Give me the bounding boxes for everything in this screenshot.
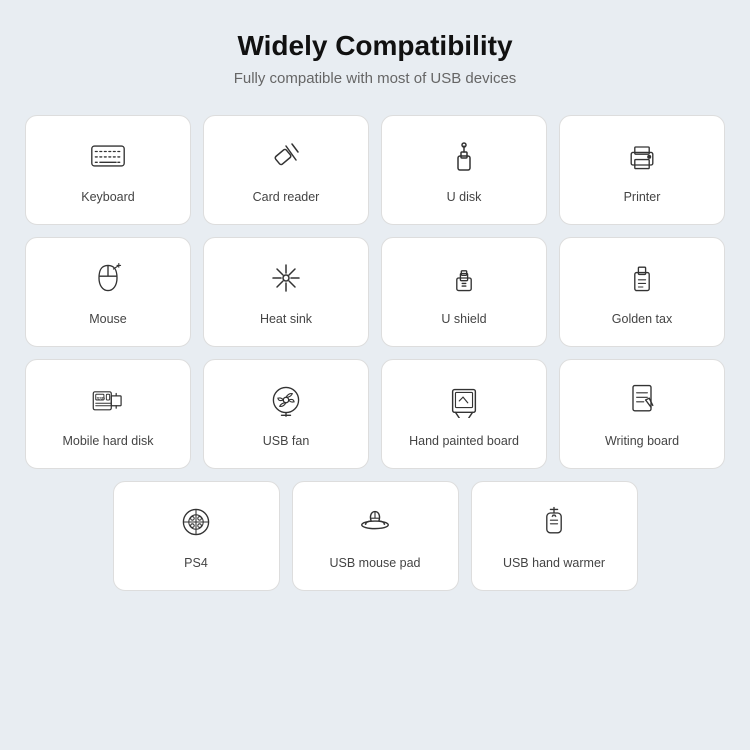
printer-icon [624,138,660,179]
heat-sink-icon [268,260,304,301]
mouse-icon [90,260,126,301]
page-subtitle: Fully compatible with most of USB device… [234,70,517,87]
usb-mouse-pad-icon [357,504,393,545]
printer-label: Printer [624,189,661,207]
mouse-label: Mouse [89,311,127,329]
golden-tax-icon [624,260,660,301]
card-mouse: Mouse [25,237,191,347]
hand-painted-board-label: Hand painted board [409,433,519,451]
ps4-label: PS4 [184,555,208,573]
card-reader-icon [268,138,304,179]
card-writing-board: Writing board [559,359,725,469]
hand-painted-board-icon [446,382,482,423]
golden-tax-label: Golden tax [612,311,672,329]
keyboard-label: Keyboard [81,189,135,207]
u-disk-label: U disk [447,189,482,207]
card-u-shield: U shield [381,237,547,347]
card-hand-painted-board: Hand painted board [381,359,547,469]
usb-mouse-pad-label: USB mouse pad [329,555,420,573]
keyboard-icon [90,138,126,179]
usb-fan-label: USB fan [263,433,310,451]
card-u-disk: U disk [381,115,547,225]
card-golden-tax: Golden tax [559,237,725,347]
card-reader-label: Card reader [253,189,320,207]
card-keyboard: Keyboard [25,115,191,225]
card-mobile-hard-disk: SSD Mobile hard disk [25,359,191,469]
usb-hand-warmer-label: USB hand warmer [503,555,605,573]
card-usb-fan: USB fan [203,359,369,469]
writing-board-icon [624,382,660,423]
usb-hand-warmer-icon [536,504,572,545]
usb-fan-icon [268,382,304,423]
card-card-reader: Card reader [203,115,369,225]
page-title: Widely Compatibility [237,30,512,62]
u-shield-label: U shield [441,311,486,329]
svg-text:SSD: SSD [97,396,105,401]
card-heat-sink: Heat sink [203,237,369,347]
card-printer: Printer [559,115,725,225]
u-shield-icon [446,260,482,301]
ps4-icon [178,504,214,545]
writing-board-label: Writing board [605,433,679,451]
mobile-hard-disk-icon: SSD [90,382,126,423]
mobile-hard-disk-label: Mobile hard disk [62,433,153,451]
heat-sink-label: Heat sink [260,311,312,329]
u-disk-icon [446,138,482,179]
card-usb-mouse-pad: USB mouse pad [292,481,459,591]
devices-grid-row1: Keyboard Card reader U disk [25,115,725,469]
devices-grid-row4: PS4 USB mouse pad [113,481,638,591]
card-usb-hand-warmer: USB hand warmer [471,481,638,591]
card-ps4: PS4 [113,481,280,591]
